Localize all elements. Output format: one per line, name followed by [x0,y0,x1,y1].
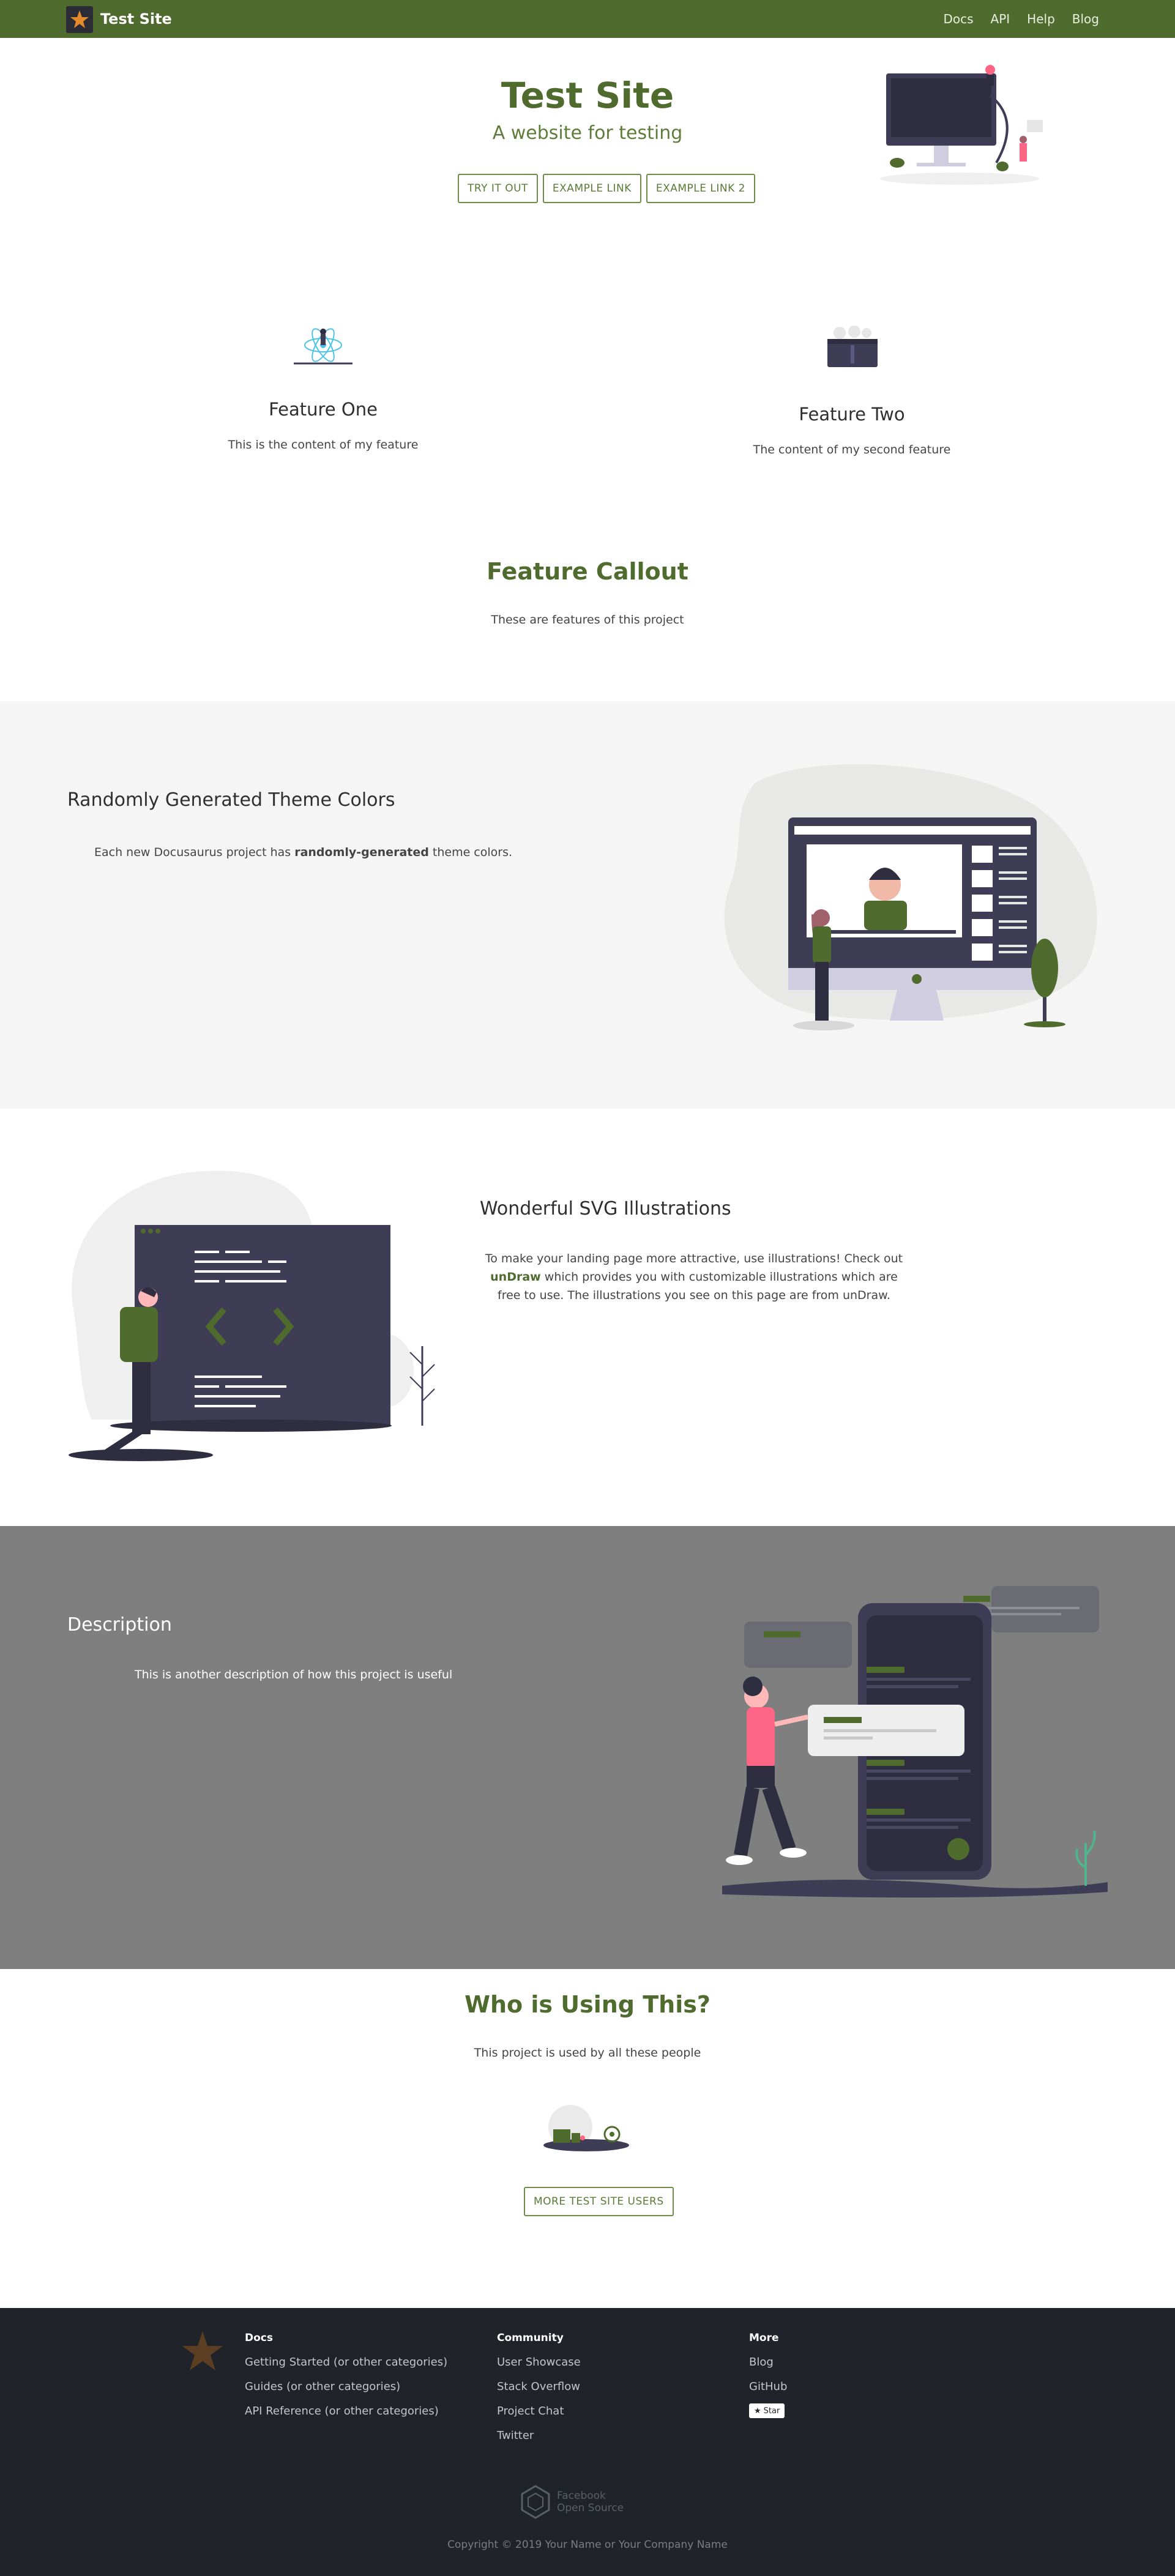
feature-one-body: This is the content of my feature [228,438,419,452]
try-it-out-button[interactable]: TRY IT OUT [458,174,538,203]
theme-colors-body: Each new Docusaurus project has randomly… [94,843,523,862]
example-link-button[interactable]: EXAMPLE LINK [542,174,641,203]
footer-link-guides[interactable]: Guides (or other categories) [245,2379,477,2395]
footer-link-stack-overflow[interactable]: Stack Overflow [497,2379,729,2395]
users-body: This project is used by all these people [474,2046,701,2060]
nav-link-blog[interactable]: Blog [1072,10,1099,28]
star-button-label: Star [763,2406,780,2416]
undraw-link[interactable]: unDraw [490,1270,541,1284]
footer: Docs Getting Started (or other categorie… [0,2308,1175,2576]
svg-illustrations-title: Wonderful SVG Illustrations [480,1198,731,1219]
footer-link-user-showcase[interactable]: User Showcase [497,2355,729,2370]
top-nav: Test Site Docs API Help Blog [0,0,1175,38]
svg-illustrations-body-end: which provides you with customizable ill… [498,1270,898,1302]
code-screen-illustration [69,1171,435,1461]
footer-community-column: Community User Showcase Stack Overflow P… [497,2330,729,2452]
react-atom-icon [294,328,352,365]
star-icon: ★ [754,2406,761,2416]
footer-link-api-reference[interactable]: API Reference (or other categories) [245,2403,477,2419]
footer-star-logo-icon[interactable] [181,2330,224,2373]
svg-illustrations-body-text: To make your landing page more attractiv… [485,1252,903,1265]
footer-community-heading: Community [497,2332,564,2344]
footer-more-heading: More [749,2332,779,2344]
theme-colors-section: Randomly Generated Theme Colors Each new… [0,701,1175,1109]
footer-more-column: More Blog GitHub ★ Star [749,2330,982,2418]
theme-colors-title: Randomly Generated Theme Colors [67,789,395,811]
feature-two-body: The content of my second feature [753,443,951,456]
phone-chat-illustration [722,1586,1108,1898]
copyright: Copyright © 2019 Your Name or Your Compa… [447,2539,728,2551]
description-body: This is another description of how this … [135,1668,453,1681]
oss-line-2: Open Source [557,2502,624,2514]
example-link-2-button[interactable]: EXAMPLE LINK 2 [646,174,755,203]
description-section: Description This is another description … [0,1526,1175,1969]
hexagon-oss-icon [521,2485,550,2519]
feature-one-title: Feature One [269,399,378,420]
server-icon [827,326,878,367]
facebook-open-source-logo[interactable]: Facebook Open Source [520,2483,655,2521]
oss-line-1: Facebook [557,2490,606,2502]
footer-link-twitter[interactable]: Twitter [497,2428,729,2444]
nav-links: Docs API Help Blog [943,10,1099,28]
more-users-button[interactable]: MORE TEST SITE USERS [524,2187,674,2216]
nav-link-docs[interactable]: Docs [943,10,973,28]
users-title: Who is Using This? [464,1991,711,2018]
footer-link-blog[interactable]: Blog [749,2355,982,2370]
video-monitor-illustration [724,764,1097,1030]
nav-link-help[interactable]: Help [1027,10,1055,28]
site-logo[interactable] [66,6,93,33]
hero-illustration [880,65,1043,185]
theme-colors-bold: randomly-generated [294,846,429,859]
nav-link-api[interactable]: API [991,10,1010,28]
user-showcase-logo[interactable] [543,2102,632,2156]
hero-buttons: TRY IT OUT EXAMPLE LINK EXAMPLE LINK 2 [458,174,755,203]
footer-link-getting-started[interactable]: Getting Started (or other categories) [245,2355,477,2370]
description-title: Description [67,1614,172,1636]
github-star-button[interactable]: ★ Star [749,2403,785,2418]
callout-body: These are features of this project [491,613,684,627]
footer-link-project-chat[interactable]: Project Chat [497,2403,729,2419]
star-logo-icon [70,10,89,28]
callout-title: Feature Callout [487,558,688,585]
theme-colors-body-text: Each new Docusaurus project has [94,846,295,859]
feature-two: Feature Two The content of my second fea… [699,401,1005,459]
footer-link-github[interactable]: GitHub [749,2379,982,2395]
site-title[interactable]: Test Site [100,9,172,29]
footer-docs-column: Docs Getting Started (or other categorie… [245,2330,477,2428]
feature-one: Feature One This is the content of my fe… [170,396,476,454]
svg-illustrations-body: To make your landing page more attractiv… [480,1249,908,1305]
footer-docs-heading: Docs [245,2332,273,2344]
theme-colors-body-end: theme colors. [428,846,513,859]
feature-two-title: Feature Two [799,404,905,425]
